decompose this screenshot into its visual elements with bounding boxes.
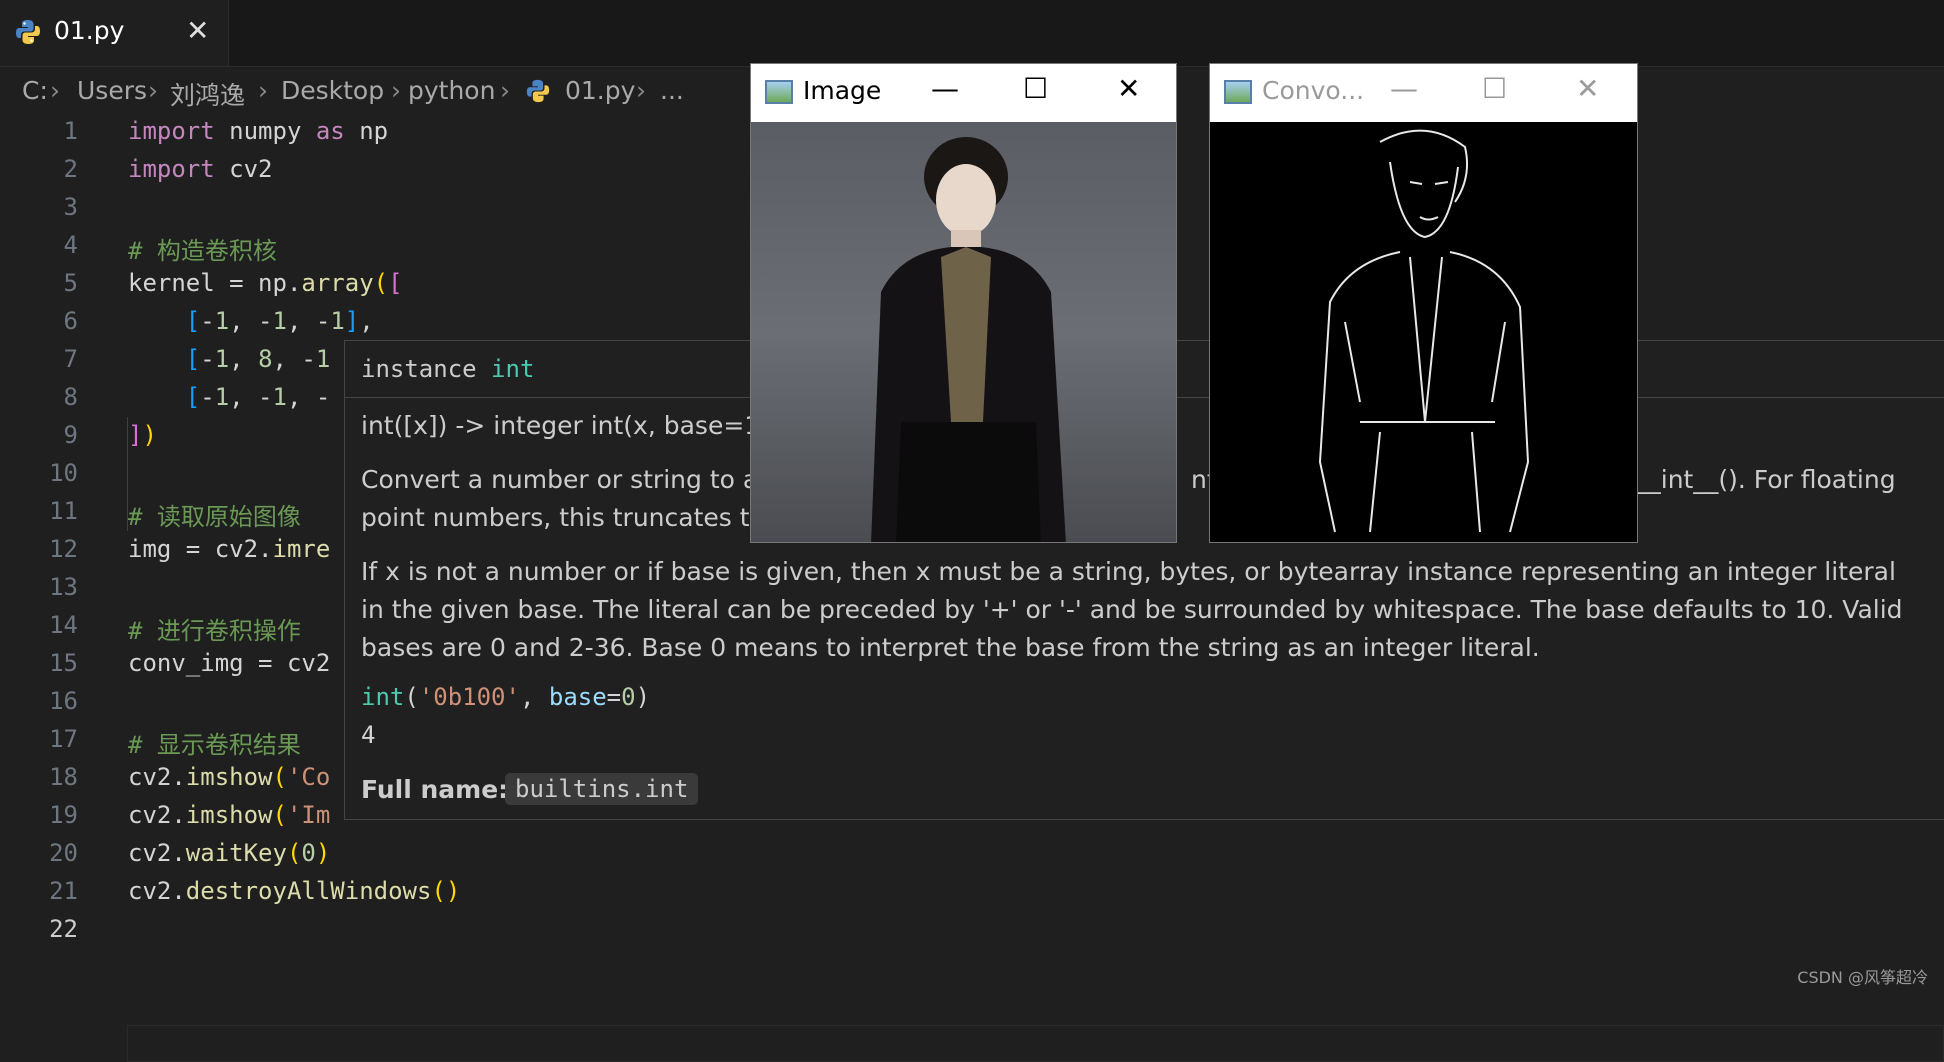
breadcrumb-item-python[interactable]: python (408, 76, 495, 105)
python-file-icon (16, 20, 40, 44)
close-icon[interactable]: ✕ (1576, 72, 1599, 105)
line-number: 17 (49, 725, 78, 753)
line-number: 15 (49, 649, 78, 677)
chevron-right-icon: › (148, 76, 158, 105)
code-line[interactable]: import cv2 (128, 155, 273, 183)
hover-para1-part-c: x.__int__(). For floating (1613, 465, 1896, 494)
edge-photo (1210, 122, 1637, 542)
line-number: 18 (49, 763, 78, 791)
line-number: 19 (49, 801, 78, 829)
breadcrumb-item-users[interactable]: Users (77, 76, 147, 105)
minimize-icon[interactable]: — (931, 72, 959, 105)
python-file-icon (526, 79, 550, 103)
code-line[interactable]: ]) (128, 421, 157, 449)
breadcrumb-item-desktop[interactable]: Desktop (281, 76, 384, 105)
tab-bar: 01.py ✕ (0, 0, 1944, 67)
original-photo (751, 122, 1176, 542)
code-line[interactable]: img = cv2.imre (128, 535, 330, 563)
breadcrumb-item-symbols[interactable]: ... (660, 76, 684, 105)
convolution-window[interactable]: Convo... — ☐ ✕ (1209, 63, 1638, 543)
minimize-icon[interactable]: — (1390, 72, 1418, 105)
code-line[interactable]: conv_img = cv2 (128, 649, 330, 677)
code-line[interactable]: # 读取原始图像 (128, 497, 301, 532)
watermark: CSDN @风筝超冷 (1797, 968, 1928, 987)
hover-fullname-label: Full name: (361, 775, 509, 804)
close-icon[interactable]: ✕ (1117, 72, 1140, 105)
tab-label: 01.py (54, 16, 125, 45)
chevron-right-icon: › (636, 76, 646, 105)
code-line[interactable]: cv2.imshow('Co (128, 763, 330, 791)
edge-detected-image (1318, 129, 1530, 533)
window-app-icon (765, 80, 793, 104)
line-number: 3 (63, 193, 78, 221)
code-line[interactable]: [-1, 8, -1 (128, 345, 331, 373)
hover-type: int (491, 355, 535, 383)
code-line[interactable]: # 显示卷积结果 (128, 725, 301, 760)
code-line[interactable]: cv2.destroyAllWindows() (128, 877, 460, 905)
hover-para1-part-d: point numbers, this truncates to (361, 503, 765, 532)
editor-tab-01py[interactable]: 01.py ✕ (0, 0, 229, 66)
code-line[interactable]: import numpy as np (128, 117, 388, 145)
chevron-right-icon: › (500, 76, 510, 105)
window-titlebar[interactable]: Convo... — ☐ ✕ (1210, 64, 1637, 122)
maximize-icon[interactable]: ☐ (1482, 72, 1507, 105)
chevron-right-icon: › (258, 76, 268, 105)
line-number: 20 (49, 839, 78, 867)
code-line[interactable]: cv2.imshow('Im (128, 801, 330, 829)
window-title: Convo... (1262, 76, 1365, 105)
code-line[interactable]: [-1, -1, -1], (128, 307, 374, 335)
line-number: 13 (49, 573, 78, 601)
hover-signature: instance int (361, 355, 534, 383)
line-number: 16 (49, 687, 78, 715)
code-line[interactable]: # 构造卷积核 (128, 231, 277, 266)
hover-para1-part-a: Convert a number or string to a (361, 465, 759, 494)
tab-close-icon[interactable]: ✕ (186, 14, 209, 47)
window-title: Image (803, 76, 882, 105)
code-line[interactable]: cv2.waitKey(0) (128, 839, 330, 867)
line-number: 5 (63, 269, 78, 297)
hover-kind: instance (361, 355, 477, 383)
line-number-active: 22 (49, 915, 78, 943)
line-number: 10 (49, 459, 78, 487)
line-number: 11 (49, 497, 78, 525)
current-line-highlight (127, 1025, 1944, 1062)
chevron-right-icon: › (391, 76, 401, 105)
line-number: 9 (63, 421, 78, 449)
breadcrumb-item-drive[interactable]: C: (22, 76, 48, 105)
line-number: 8 (63, 383, 78, 411)
code-line[interactable]: kernel = np.array([ (128, 269, 403, 297)
hover-example-result: 4 (361, 721, 376, 749)
window-app-icon (1224, 80, 1252, 104)
line-number: 6 (63, 307, 78, 335)
line-number: 14 (49, 611, 78, 639)
hover-example-code: int('0b100', base=0) (361, 683, 651, 711)
chevron-right-icon: › (50, 76, 60, 105)
line-number: 2 (63, 155, 78, 183)
line-number: 7 (63, 345, 78, 373)
breadcrumb-item-user[interactable]: 刘鸿逸 (170, 76, 245, 112)
window-titlebar[interactable]: Image — ☐ ✕ (751, 64, 1176, 122)
maximize-icon[interactable]: ☐ (1023, 72, 1048, 105)
breadcrumb-item-file[interactable]: 01.py (565, 76, 635, 105)
person-photo-image (871, 137, 1066, 542)
line-number: 12 (49, 535, 78, 563)
hover-fullname-value: builtins.int (505, 773, 699, 805)
line-number: 1 (63, 117, 78, 145)
line-number: 21 (49, 877, 78, 905)
line-number: 4 (63, 231, 78, 259)
code-line[interactable]: # 进行卷积操作 (128, 611, 301, 646)
image-window[interactable]: Image — ☐ ✕ (750, 63, 1177, 543)
code-line[interactable]: [-1, -1, - (128, 383, 331, 411)
hover-para2: If x is not a number or if base is given… (361, 557, 1903, 662)
